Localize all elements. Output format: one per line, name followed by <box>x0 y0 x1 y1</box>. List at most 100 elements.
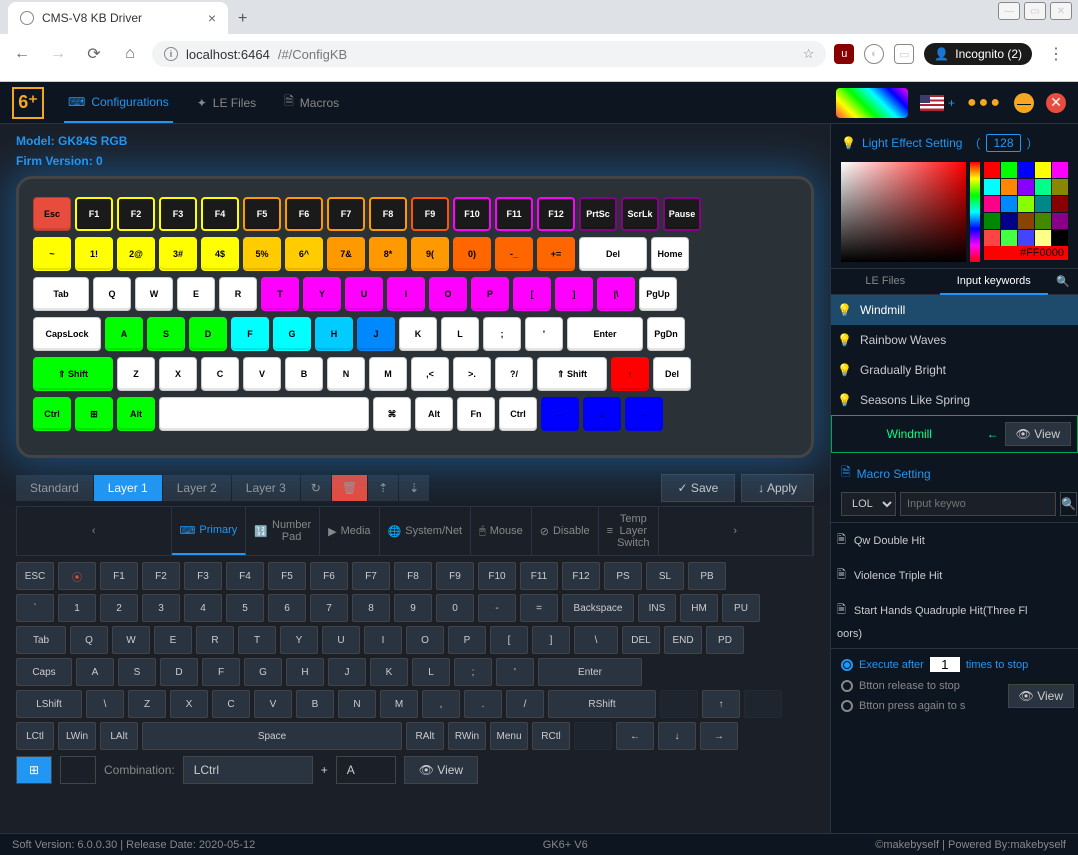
palette-key--[interactable]: - <box>478 594 516 622</box>
macro-item[interactable]: 🗎Qw Double Hit <box>831 523 1078 558</box>
swatch[interactable] <box>1052 162 1068 178</box>
key-f5[interactable]: F5 <box>243 197 281 231</box>
palette-key-←[interactable]: ← <box>616 722 654 750</box>
palette-key-Q[interactable]: Q <box>70 626 108 654</box>
palette-key-7[interactable]: 7 <box>310 594 348 622</box>
palette-key-F3[interactable]: F3 <box>184 562 222 590</box>
palette-key-R[interactable]: R <box>196 626 234 654</box>
swatch[interactable] <box>984 179 1000 195</box>
key-5[interactable]: 5% <box>243 237 281 271</box>
key-pause[interactable]: Pause <box>663 197 701 231</box>
palette-key-PD[interactable]: PD <box>706 626 744 654</box>
key-f11[interactable]: F11 <box>495 197 533 231</box>
key-prtsc[interactable]: PrtSc <box>579 197 617 231</box>
key-u[interactable]: U <box>345 277 383 311</box>
tab-prev[interactable]: ‹ <box>17 507 172 555</box>
palette-key-=[interactable]: = <box>520 594 558 622</box>
palette-key-H[interactable]: H <box>286 658 324 686</box>
palette-key-N[interactable]: N <box>338 690 376 718</box>
exec-option-press[interactable]: Btton press again to s <box>835 696 1008 716</box>
palette-key-DEL[interactable]: DEL <box>622 626 660 654</box>
flag-us-icon[interactable] <box>920 95 944 111</box>
palette-key-blank[interactable] <box>574 722 612 750</box>
bookmark-icon[interactable]: ☆ <box>803 46 815 62</box>
swatch[interactable] <box>1035 196 1051 212</box>
palette-key-END[interactable]: END <box>664 626 702 654</box>
key-[interactable]: ?/ <box>495 357 533 391</box>
key-[interactable]: ,< <box>411 357 449 391</box>
palette-key-F5[interactable]: F5 <box>268 562 306 590</box>
layer-tab-2[interactable]: Layer 2 <box>163 475 232 501</box>
palette-key-Caps[interactable]: Caps <box>16 658 72 686</box>
palette-key-⦿[interactable]: ⦿ <box>58 562 96 590</box>
layer-tab-3[interactable]: Layer 3 <box>232 475 301 501</box>
reload-button[interactable]: ⟳ <box>80 40 108 68</box>
key-1[interactable]: 1! <box>75 237 113 271</box>
key-h[interactable]: H <box>315 317 353 351</box>
more-icon[interactable]: ●●● <box>967 94 1002 112</box>
palette-key-F1[interactable]: F1 <box>100 562 138 590</box>
palette-key-F10[interactable]: F10 <box>478 562 516 590</box>
swatch[interactable] <box>1018 179 1034 195</box>
key-fn[interactable]: Fn <box>457 397 495 431</box>
key-esc[interactable]: Esc <box>33 197 71 231</box>
home-button[interactable]: ⌂ <box>116 40 144 68</box>
window-maximize[interactable]: ▭ <box>1024 2 1046 20</box>
key-7[interactable]: 7& <box>327 237 365 271</box>
palette-key-U[interactable]: U <box>322 626 360 654</box>
key-3[interactable]: 3# <box>159 237 197 271</box>
palette-key-PU[interactable]: PU <box>722 594 760 622</box>
key-[interactable] <box>159 397 369 431</box>
effect-view-button[interactable]: 👁 View <box>1005 422 1071 446</box>
ext-icon-1[interactable]: ◐ <box>864 44 884 64</box>
key-c[interactable]: C <box>201 357 239 391</box>
effect-item[interactable]: 💡Rainbow Waves <box>831 325 1078 355</box>
swatch[interactable] <box>1035 162 1051 178</box>
palette-key-RWin[interactable]: RWin <box>448 722 486 750</box>
apply-button[interactable]: ↓ Apply <box>741 474 814 502</box>
effect-item[interactable]: 💡Gradually Bright <box>831 355 1078 385</box>
close-app[interactable]: ✕ <box>1046 93 1066 113</box>
palette-key-F2[interactable]: F2 <box>142 562 180 590</box>
palette-key-L[interactable]: L <box>412 658 450 686</box>
macro-item[interactable]: 🗎Violence Triple Hit <box>831 558 1078 593</box>
palette-key-Z[interactable]: Z <box>128 690 166 718</box>
window-minimize[interactable]: — <box>998 2 1020 20</box>
palette-key-LShift[interactable]: LShift <box>16 690 82 718</box>
exec-view-button[interactable]: 👁 View <box>1008 684 1074 708</box>
layer-tab-1[interactable]: Layer 1 <box>94 475 163 501</box>
palette-key-LAlt[interactable]: LAlt <box>100 722 138 750</box>
palette-key-Y[interactable]: Y <box>280 626 318 654</box>
swatch[interactable] <box>1052 213 1068 229</box>
swatch[interactable] <box>1018 162 1034 178</box>
palette-key-V[interactable]: V <box>254 690 292 718</box>
palette-key-1[interactable]: 1 <box>58 594 96 622</box>
swatch[interactable] <box>1052 230 1068 246</box>
combo-view-button[interactable]: 👁 View <box>404 756 478 784</box>
key-tab[interactable]: Tab <box>33 277 89 311</box>
key-i[interactable]: I <box>387 277 425 311</box>
key-q[interactable]: Q <box>93 277 131 311</box>
category-tab-systemnet[interactable]: 🌐 System/Net <box>380 507 472 555</box>
palette-key-T[interactable]: T <box>238 626 276 654</box>
palette-key-W[interactable]: W <box>112 626 150 654</box>
key-j[interactable]: J <box>357 317 395 351</box>
macro-keyword-input[interactable] <box>900 492 1056 516</box>
key-scrlk[interactable]: ScrLk <box>621 197 659 231</box>
key-f2[interactable]: F2 <box>117 197 155 231</box>
save-button[interactable]: ✓ Save <box>661 474 736 502</box>
key-alt[interactable]: Alt <box>415 397 453 431</box>
palette-key-↓[interactable]: ↓ <box>658 722 696 750</box>
key-[interactable]: ⊞ <box>75 397 113 431</box>
palette-key-RCtl[interactable]: RCtl <box>532 722 570 750</box>
palette-key-LWin[interactable]: LWin <box>58 722 96 750</box>
key-2[interactable]: 2@ <box>117 237 155 271</box>
ublock-icon[interactable]: u <box>834 44 854 64</box>
key-[interactable]: [ <box>513 277 551 311</box>
layer-upload[interactable]: ⇡ <box>368 475 399 501</box>
palette-key-→[interactable]: → <box>700 722 738 750</box>
key-e[interactable]: E <box>177 277 215 311</box>
key-6[interactable]: 6^ <box>285 237 323 271</box>
key-ctrl[interactable]: Ctrl <box>33 397 71 431</box>
swatch[interactable] <box>1001 196 1017 212</box>
